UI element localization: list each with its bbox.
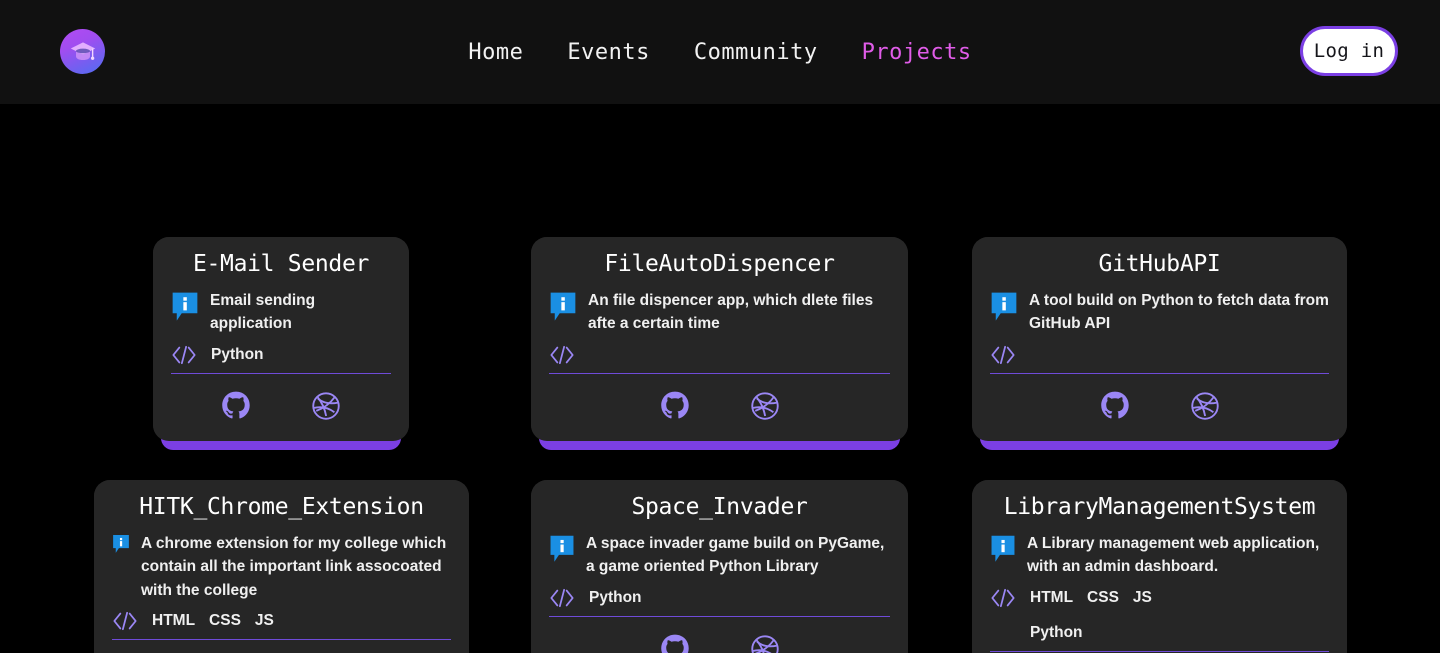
nav-links: Home Events Community Projects bbox=[0, 0, 1440, 104]
project-description-row: A tool build on Python to fetch data fro… bbox=[990, 289, 1329, 336]
info-icon bbox=[112, 534, 130, 555]
info-icon bbox=[171, 291, 199, 324]
projects-grid: E-Mail Sender Email sending application … bbox=[0, 104, 1440, 653]
card-divider bbox=[549, 615, 890, 617]
tech-row-primary bbox=[990, 342, 1329, 368]
project-description: An file dispencer app, which dlete files… bbox=[588, 292, 874, 333]
tech-tag: Python bbox=[589, 588, 642, 606]
project-links bbox=[171, 380, 391, 425]
dribbble-icon[interactable] bbox=[311, 391, 341, 421]
card-divider bbox=[990, 372, 1329, 374]
nav-link-projects[interactable]: Projects bbox=[862, 40, 972, 65]
tech-stack: HTML CSS JS Python bbox=[990, 585, 1329, 653]
tech-tag: Python bbox=[211, 345, 264, 363]
project-description-row: A space invader game build on PyGame, a … bbox=[549, 532, 890, 579]
project-description: A Library management web application, wi… bbox=[1027, 535, 1320, 576]
tech-row-primary: Python bbox=[171, 342, 391, 368]
login-button[interactable]: Log in bbox=[1300, 26, 1398, 76]
dribbble-icon[interactable] bbox=[1190, 391, 1220, 421]
tech-tag: JS bbox=[254, 611, 274, 629]
github-icon[interactable] bbox=[660, 391, 690, 421]
tech-row-primary: HTML CSS JS bbox=[112, 608, 451, 634]
info-icon bbox=[549, 291, 577, 324]
card-divider bbox=[171, 372, 391, 374]
code-icon bbox=[112, 611, 138, 631]
info-icon bbox=[549, 534, 575, 565]
code-icon bbox=[549, 345, 575, 365]
project-description: A chrome extension for my college which … bbox=[141, 535, 447, 599]
project-title: FileAutoDispencer bbox=[604, 251, 835, 277]
code-icon bbox=[549, 588, 575, 608]
github-icon[interactable] bbox=[660, 634, 690, 653]
nav-link-community[interactable]: Community bbox=[694, 40, 818, 65]
project-links bbox=[990, 380, 1329, 425]
code-icon bbox=[990, 345, 1016, 365]
dribbble-icon[interactable] bbox=[750, 391, 780, 421]
project-description: A space invader game build on PyGame, a … bbox=[586, 535, 885, 576]
project-card[interactable]: Space_Invader A space invader game build… bbox=[531, 480, 908, 653]
project-card[interactable]: FileAutoDispencer An file dispencer app,… bbox=[531, 237, 908, 450]
project-card[interactable]: E-Mail Sender Email sending application … bbox=[153, 237, 409, 450]
tech-stack: Python bbox=[549, 585, 890, 624]
project-title: HITK_Chrome_Extension bbox=[139, 494, 424, 520]
tech-stack: HTML CSS JS bbox=[112, 608, 451, 647]
project-links bbox=[549, 623, 890, 653]
tech-stack: Python bbox=[171, 342, 391, 381]
card-divider bbox=[549, 372, 890, 374]
nav-link-home[interactable]: Home bbox=[468, 40, 523, 65]
tech-stack bbox=[549, 342, 890, 381]
github-icon[interactable] bbox=[221, 391, 251, 421]
info-icon bbox=[990, 534, 1016, 565]
card-divider bbox=[112, 638, 451, 641]
project-links bbox=[549, 380, 890, 425]
project-links bbox=[112, 646, 451, 653]
tech-row-primary: HTML CSS JS bbox=[990, 585, 1329, 611]
tech-stack bbox=[990, 342, 1329, 381]
project-description-row: An file dispencer app, which dlete files… bbox=[549, 289, 890, 336]
project-description-row: Email sending application bbox=[171, 289, 391, 336]
code-icon bbox=[171, 345, 197, 365]
tech-tag: CSS bbox=[209, 611, 241, 629]
tech-row-secondary: Python bbox=[990, 620, 1329, 646]
tech-tag: HTML bbox=[152, 611, 196, 629]
card-divider bbox=[990, 650, 1329, 652]
github-icon[interactable] bbox=[1100, 391, 1130, 421]
project-title: LibraryManagementSystem bbox=[1003, 494, 1316, 520]
project-description-row: A chrome extension for my college which … bbox=[112, 532, 451, 602]
project-card[interactable]: HITK_Chrome_Extension A chrome extension… bbox=[94, 480, 469, 653]
info-icon bbox=[990, 291, 1018, 324]
project-card[interactable]: GitHubAPI A tool build on Python to fetc… bbox=[972, 237, 1347, 450]
nav-link-events[interactable]: Events bbox=[567, 40, 649, 65]
tech-row-primary bbox=[549, 342, 890, 368]
project-description: Email sending application bbox=[210, 292, 316, 333]
project-title: E-Mail Sender bbox=[192, 251, 370, 277]
project-description-row: A Library management web application, wi… bbox=[990, 532, 1329, 579]
code-icon bbox=[990, 588, 1016, 608]
tech-tag: JS bbox=[1132, 588, 1152, 606]
dribbble-icon[interactable] bbox=[750, 634, 780, 653]
project-description: A tool build on Python to fetch data fro… bbox=[1029, 292, 1329, 333]
project-title: Space_Invader bbox=[631, 494, 808, 520]
project-title: GitHubAPI bbox=[1098, 251, 1221, 277]
tech-row-primary: Python bbox=[549, 585, 890, 611]
tech-tag: CSS bbox=[1087, 588, 1119, 606]
tech-tag: HTML bbox=[1030, 588, 1074, 606]
top-navigation-bar: Home Events Community Projects Log in bbox=[0, 0, 1440, 104]
project-card[interactable]: LibraryManagementSystem A Library manage… bbox=[972, 480, 1347, 653]
tech-tag: Python bbox=[1030, 623, 1083, 641]
